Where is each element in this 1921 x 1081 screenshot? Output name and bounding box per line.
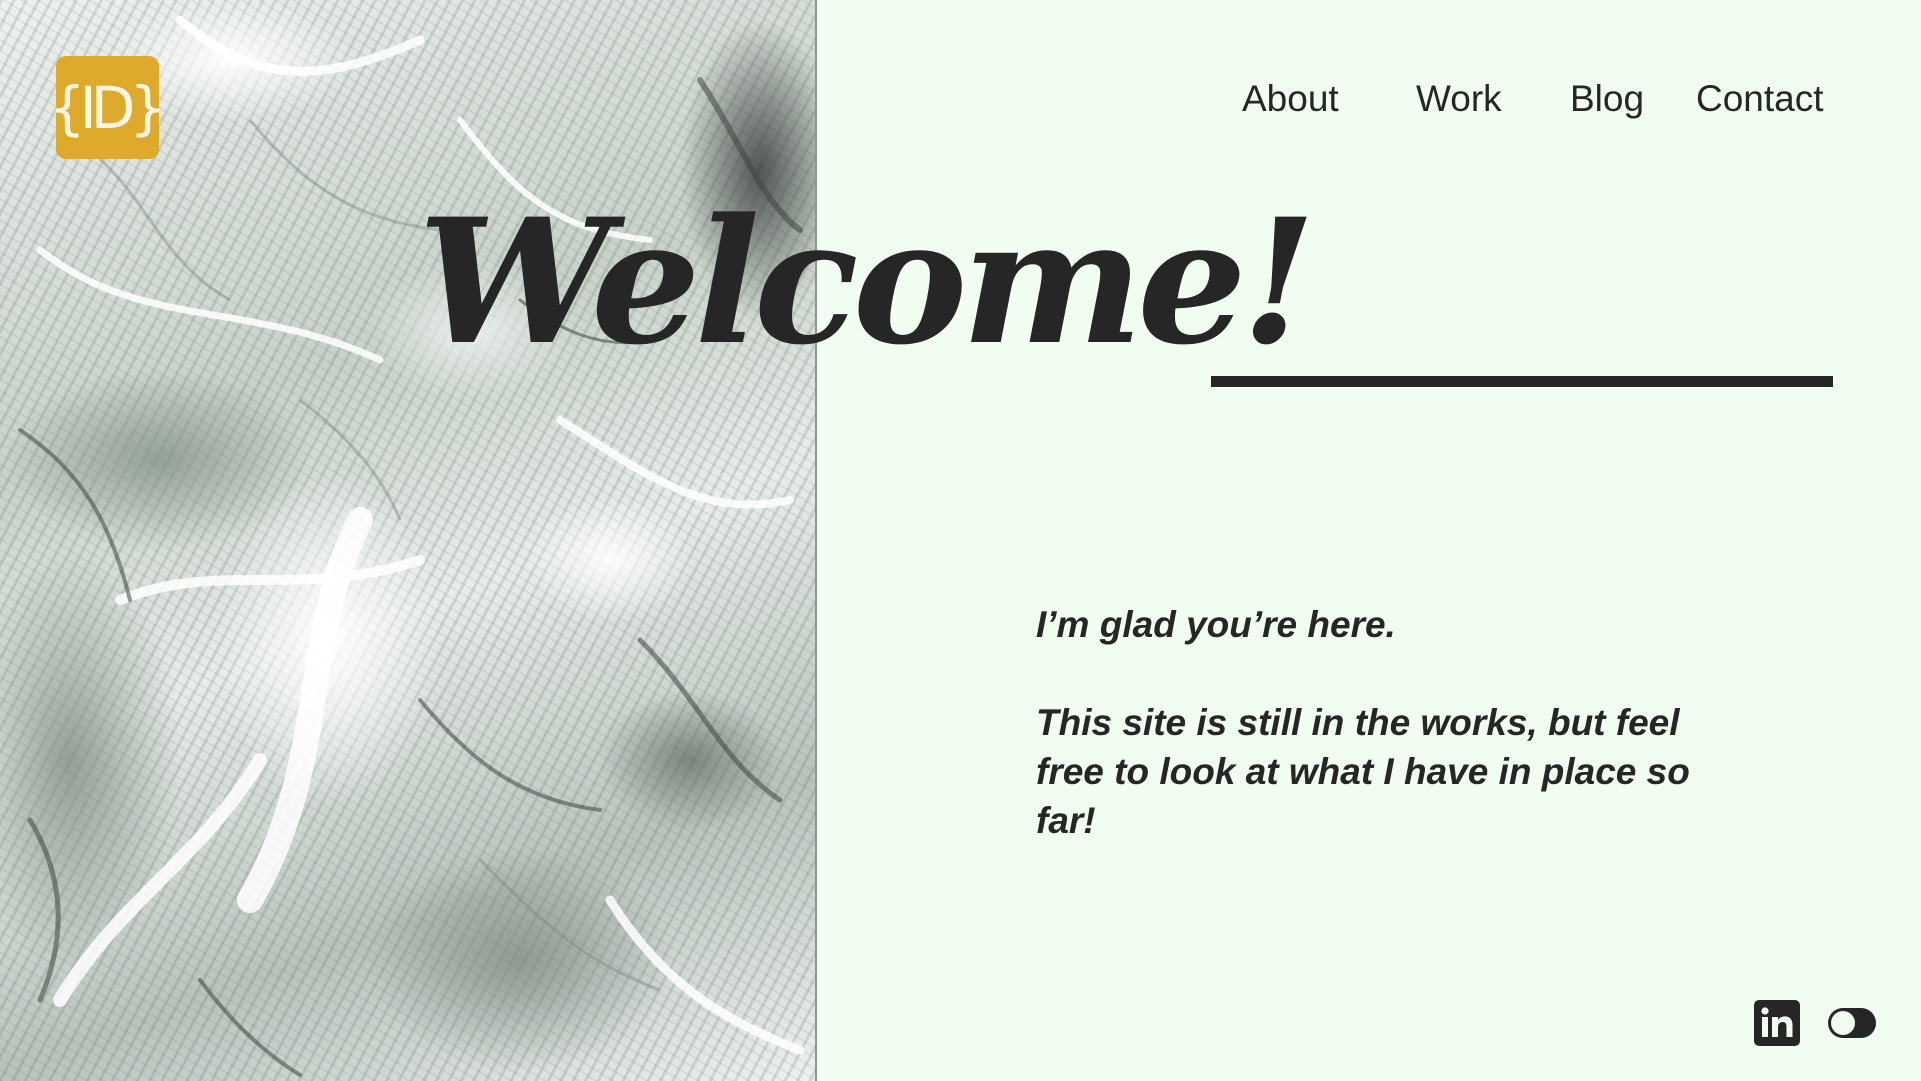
nav-contact-link[interactable]: Contact	[1696, 74, 1824, 124]
linkedin-icon[interactable]	[1754, 1000, 1800, 1046]
logo-text: {ID}	[48, 73, 167, 142]
nav-work-link[interactable]: Work	[1416, 74, 1502, 124]
theme-toggle[interactable]	[1828, 1008, 1876, 1038]
heading-underline	[1211, 376, 1833, 387]
nav-about-link[interactable]: About	[1242, 74, 1339, 124]
nav-blog-link[interactable]: Blog	[1570, 74, 1644, 124]
hero-background-image	[0, 0, 817, 1081]
welcome-heading: Welcome!	[418, 180, 1316, 383]
marble-texture	[18, 15, 805, 1077]
toggle-knob	[1831, 1011, 1855, 1035]
intro-message: This site is still in the works, but fee…	[1036, 702, 1690, 841]
site-logo[interactable]: {ID}	[49, 56, 166, 159]
intro-greeting: I’m glad you’re here.	[1036, 604, 1396, 645]
intro-text: I’m glad you’re here. This site is still…	[1036, 600, 1716, 845]
